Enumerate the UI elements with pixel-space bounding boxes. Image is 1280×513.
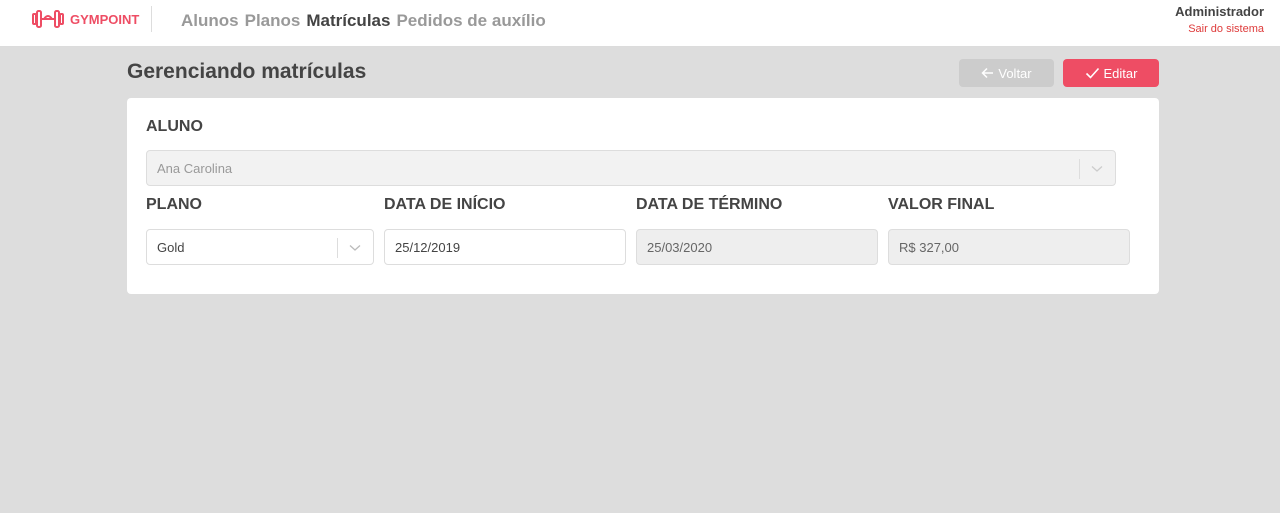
data-inicio-label: DATA DE INÍCIO (384, 196, 506, 213)
user-menu: Administrador Sair do sistema (1175, 4, 1264, 35)
nav-planos[interactable]: Planos (245, 11, 301, 31)
page-title: Gerenciando matrículas (127, 60, 367, 83)
select-separator (1079, 159, 1080, 179)
aluno-label: ALUNO (146, 118, 203, 135)
chevron-down-icon (349, 245, 361, 251)
back-button-label: Voltar (998, 65, 1032, 81)
logout-link[interactable]: Sair do sistema (1175, 23, 1264, 35)
edit-button[interactable]: Editar (1063, 59, 1159, 87)
data-termino-value: 25/03/2020 (647, 239, 713, 255)
data-inicio-value: 25/12/2019 (395, 239, 461, 255)
valor-final-value: R$ 327,00 (899, 239, 959, 255)
aluno-select-value: Ana Carolina (157, 160, 233, 176)
plano-select[interactable]: Gold (146, 229, 374, 265)
arrow-left-icon (981, 67, 994, 79)
data-termino-label: DATA DE TÉRMINO (636, 196, 783, 213)
nav-pedidos-de-auxilio[interactable]: Pedidos de auxílio (396, 11, 545, 31)
enrollment-form-card: ALUNO Ana Carolina PLANO Gold DATA DE IN… (127, 98, 1159, 294)
chevron-down-icon (1091, 166, 1103, 172)
plano-select-value: Gold (157, 239, 185, 255)
aluno-select[interactable]: Ana Carolina (146, 150, 1116, 186)
edit-button-label: Editar (1103, 65, 1138, 81)
back-button[interactable]: Voltar (959, 59, 1054, 87)
dumbbell-icon (32, 10, 64, 28)
check-icon (1085, 67, 1099, 79)
valor-final-label: VALOR FINAL (888, 196, 995, 213)
main-nav: Alunos Planos Matrículas Pedidos de auxí… (181, 11, 552, 31)
nav-matriculas[interactable]: Matrículas (306, 11, 390, 31)
brand-name: GYMPOINT (70, 11, 140, 27)
user-name: Administrador (1175, 4, 1264, 19)
data-inicio-input[interactable]: 25/12/2019 (384, 229, 626, 265)
header-divider (151, 6, 152, 32)
plano-label: PLANO (146, 196, 202, 213)
top-header: GYMPOINT Alunos Planos Matrículas Pedido… (0, 0, 1280, 47)
brand-logo[interactable]: GYMPOINT (32, 10, 139, 28)
data-termino-field: 25/03/2020 (636, 229, 878, 265)
select-separator (337, 238, 338, 258)
valor-final-field: R$ 327,00 (888, 229, 1130, 265)
nav-alunos[interactable]: Alunos (181, 11, 239, 31)
